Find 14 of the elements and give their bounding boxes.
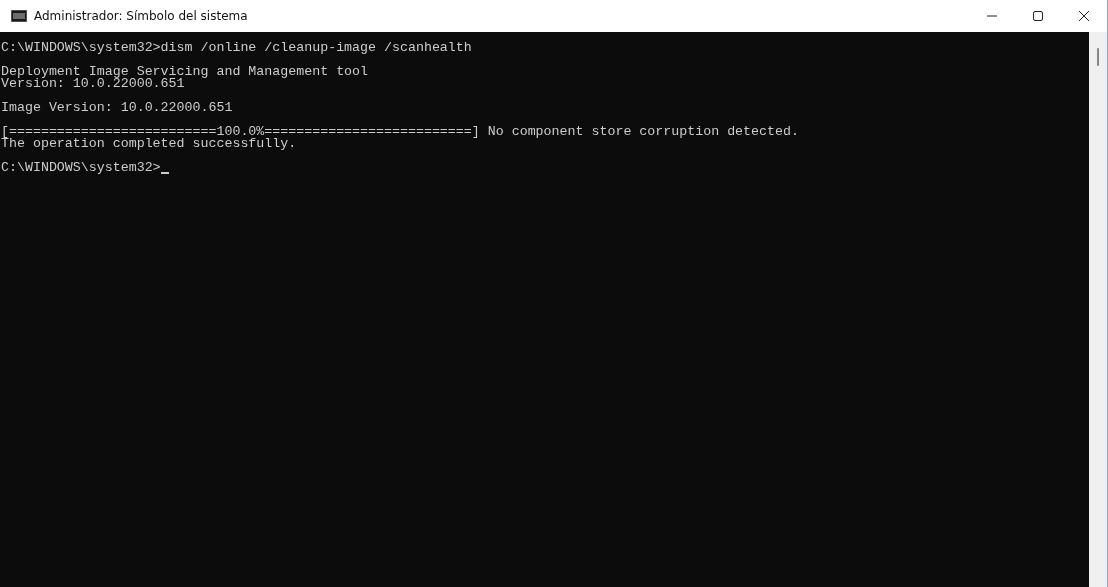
console-line: C:\WINDOWS\system32> xyxy=(1,162,161,174)
console-line: Image Version: 10.0.22000.651 xyxy=(1,102,233,114)
maximize-icon xyxy=(1032,10,1044,22)
console-line: C:\WINDOWS\system32>dism /online /cleanup-image /scanhealth xyxy=(1,42,472,54)
text-cursor xyxy=(160,172,169,174)
console-line: [==========================100.0%==========================] No component store corruption detected. xyxy=(1,126,799,138)
console-line: Deployment Image Servicing and Management tool xyxy=(1,66,369,78)
close-icon xyxy=(1078,10,1090,22)
console-line: Version: 10.0.22000.651 xyxy=(1,78,185,90)
scrollbar[interactable] xyxy=(1089,32,1107,587)
console-line: The operation completed successfully. xyxy=(1,138,297,150)
terminal-icon xyxy=(11,10,27,22)
window-title: Administrador: Símbolo del sistema xyxy=(34,9,248,23)
scroll-thumb[interactable] xyxy=(1097,48,1099,66)
